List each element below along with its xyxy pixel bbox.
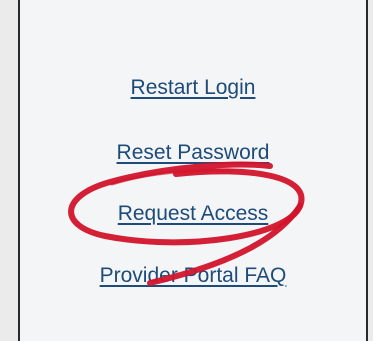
restart-login-link[interactable]: Restart Login: [20, 75, 366, 101]
provider-portal-faq-link[interactable]: Provider Portal FAQ: [20, 263, 366, 289]
login-help-panel: Restart Login Reset Password Request Acc…: [18, 0, 368, 341]
reset-password-link[interactable]: Reset Password: [20, 140, 366, 166]
request-access-link[interactable]: Request Access: [20, 201, 366, 227]
